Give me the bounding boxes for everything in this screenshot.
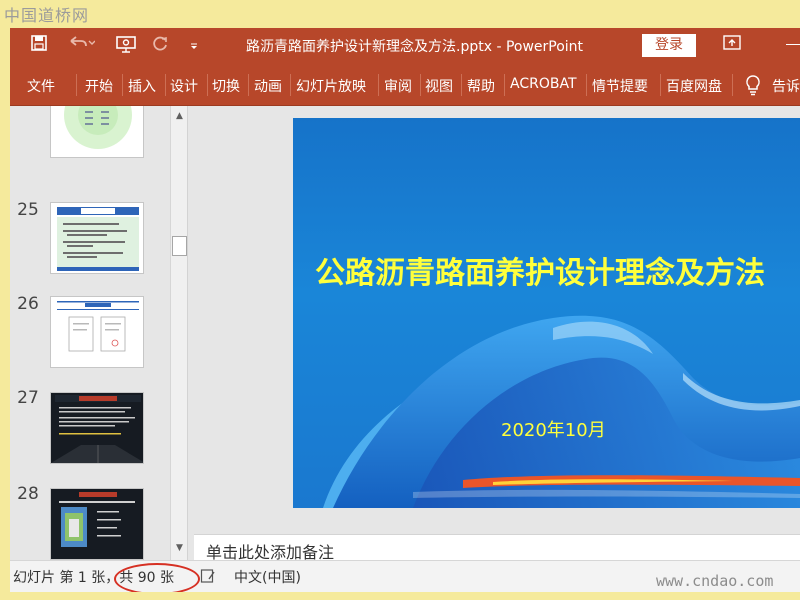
tab-animations[interactable]: 动画 (254, 76, 282, 96)
current-slide[interactable]: 公路沥青路面养护设计理念及方法 2020年10月 (293, 118, 800, 508)
minimize-button[interactable] (786, 44, 800, 45)
notes-toggle-icon[interactable] (200, 568, 216, 584)
powerpoint-window: 路沥青路面养护设计新理念及方法.pptx - PowerPoint 登录 文件 … (10, 28, 800, 592)
slide-thumbnail[interactable] (50, 296, 144, 368)
slide-thumbnails-panel: 25 26 27 28 (10, 106, 170, 560)
save-icon[interactable] (28, 35, 50, 57)
present-icon[interactable] (114, 35, 138, 57)
tab-separator (207, 74, 208, 96)
tab-baidu-netdisk[interactable]: 百度网盘 (666, 76, 722, 96)
scroll-up-icon[interactable]: ▲ (171, 108, 188, 125)
tab-separator (660, 74, 661, 96)
tab-separator (248, 74, 249, 96)
tab-separator (290, 74, 291, 96)
tab-help[interactable]: 帮助 (467, 76, 495, 96)
scroll-thumb[interactable] (172, 236, 187, 256)
watermark-bottom: www.cndao.com (656, 572, 774, 590)
tab-separator (420, 74, 421, 96)
slide-editing-area: 公路沥青路面养护设计理念及方法 2020年10月 (194, 106, 800, 534)
undo-icon[interactable] (66, 35, 96, 57)
tab-insert[interactable]: 插入 (128, 76, 156, 96)
tab-home[interactable]: 开始 (85, 76, 113, 96)
document-title: 路沥青路面养护设计新理念及方法.pptx - PowerPoint (246, 39, 584, 55)
slide-thumbnail[interactable] (50, 106, 144, 158)
tab-acrobat[interactable]: ACROBAT (510, 76, 577, 92)
tab-separator (165, 74, 166, 96)
tab-separator (586, 74, 587, 96)
tab-slideshow[interactable]: 幻灯片放映 (296, 76, 366, 96)
tab-view[interactable]: 视图 (425, 76, 453, 96)
lightbulb-icon[interactable] (744, 74, 764, 96)
login-button[interactable]: 登录 (642, 34, 696, 57)
ribbon-display-options-icon[interactable] (723, 35, 741, 53)
slide-thumbnail[interactable] (50, 488, 144, 560)
tab-review[interactable]: 审阅 (384, 76, 412, 96)
tab-transitions[interactable]: 切换 (212, 76, 240, 96)
tab-separator (122, 74, 123, 96)
tab-file[interactable]: 文件 (27, 76, 55, 96)
annotation-ellipse (114, 563, 200, 592)
tab-separator (732, 74, 733, 96)
redo-icon[interactable] (150, 35, 170, 57)
tab-separator (461, 74, 462, 96)
slide-background-art (323, 315, 800, 508)
slide-title: 公路沥青路面养护设计理念及方法 (315, 256, 765, 291)
language-status[interactable]: 中文(中国) (234, 567, 301, 587)
slide-thumbnail[interactable] (50, 392, 144, 464)
scroll-down-icon[interactable]: ▼ (171, 540, 188, 557)
tab-separator (378, 74, 379, 96)
tab-design[interactable]: 设计 (170, 76, 198, 96)
thumbnails-scrollbar[interactable]: ▲ ▼ (170, 106, 187, 560)
tab-separator (504, 74, 505, 96)
slide-date: 2020年10月 (501, 420, 606, 441)
slide-thumbnail[interactable] (50, 202, 144, 274)
tab-tell-me[interactable]: 告诉 (772, 76, 800, 96)
slide-number: 27 (17, 388, 39, 408)
pane-splitter[interactable] (187, 106, 193, 560)
slide-number: 28 (17, 484, 39, 504)
ribbon-tabs: 文件 开始 插入 设计 切换 动画 幻灯片放映 审阅 视图 帮助 ACROBAT… (10, 64, 800, 106)
tab-storyboard[interactable]: 情节提要 (592, 76, 648, 96)
watermark-top: 中国道桥网 (4, 6, 90, 25)
title-bar: 路沥青路面养护设计新理念及方法.pptx - PowerPoint 登录 (10, 28, 800, 64)
notes-pane[interactable]: 单击此处添加备注 (194, 534, 800, 562)
slide-number: 25 (17, 200, 39, 220)
slide-number: 26 (17, 294, 39, 314)
tab-separator (76, 74, 77, 96)
screenshot-frame: 中国道桥网 路沥青路面养护设计新理念及方法.pptx - PowerPoint … (0, 0, 800, 600)
customize-qat-icon[interactable] (186, 35, 202, 57)
